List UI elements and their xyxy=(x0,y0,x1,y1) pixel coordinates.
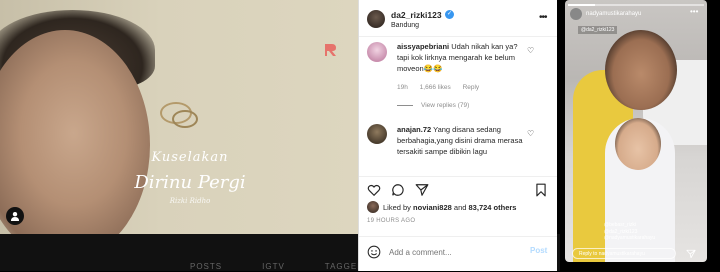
likes-summary: Liked by noviani828 and 83,724 others xyxy=(367,201,516,213)
liked-by-and: and xyxy=(453,202,467,212)
more-options-icon[interactable]: ••• xyxy=(690,7,698,16)
post-location[interactable]: Bandung xyxy=(391,22,419,29)
story-viewer: nadyamustikarahayu ••• @da2_rizki123 @be… xyxy=(562,0,710,271)
like-heart-icon[interactable] xyxy=(367,183,381,197)
liked-by-prefix: Liked by xyxy=(383,202,411,212)
view-replies-link[interactable]: View replies (79) xyxy=(397,102,469,109)
story-avatar[interactable] xyxy=(570,8,582,20)
comment-text-1: aissyapebriani Udah nikah kan ya?tapi ko… xyxy=(397,42,525,75)
bookmark-icon[interactable] xyxy=(534,183,548,197)
post-header: da2_rizki123 ✓ Bandung ••• xyxy=(359,0,557,37)
likes-count[interactable]: 83,724 others xyxy=(469,203,517,212)
comment-likes[interactable]: 1,666 likes xyxy=(420,84,451,91)
liked-by-user[interactable]: noviani828 xyxy=(413,203,452,212)
story-progress-bar xyxy=(568,4,704,6)
more-options-icon[interactable]: ••• xyxy=(539,12,547,23)
commenter-username[interactable]: anajan.72 xyxy=(397,125,431,134)
profile-tabs: POSTS IGTV TAGGED xyxy=(190,262,364,271)
video-title-overlay: Kuselakan Dirinu Pergi Rizki Ridho xyxy=(130,150,250,206)
story-header[interactable]: nadyamustikarahayu xyxy=(570,8,641,20)
comment-bubble-icon[interactable] xyxy=(391,183,405,197)
comment-meta: 19h 1,666 likes Reply xyxy=(397,84,489,91)
tagged-user-icon[interactable] xyxy=(6,207,24,225)
story-person-head xyxy=(605,30,677,110)
comment-input[interactable] xyxy=(389,245,519,259)
commenter-username[interactable]: aissyapebriani xyxy=(397,42,449,51)
video-title-line1: Kuselakan xyxy=(151,150,229,165)
liker-avatar xyxy=(367,201,379,213)
window-edge xyxy=(710,0,720,271)
story-mention-sticker[interactable]: @da2_rizki123 xyxy=(578,26,618,34)
brand-logo-icon xyxy=(322,42,338,58)
story-mentions: @bebasr_rizki @da2_rizki123 @nadyamustik… xyxy=(604,222,655,242)
post-timestamp[interactable]: 19 HOURS AGO xyxy=(367,218,415,224)
video-artist: Rizki Ridho xyxy=(169,197,211,206)
comment-like-icon[interactable]: ♡ xyxy=(527,46,534,55)
tab-posts[interactable]: POSTS xyxy=(190,262,222,271)
comment-text-2: anajan.72 Yang disana sedang berbahagia,… xyxy=(397,125,525,158)
story-baby-head xyxy=(615,118,661,170)
view-replies-label: View replies (79) xyxy=(421,102,470,109)
commenter-avatar[interactable] xyxy=(367,124,387,144)
commenter-avatar[interactable] xyxy=(367,42,387,62)
add-comment-bar: Post xyxy=(359,236,557,272)
post-comment-button[interactable]: Post xyxy=(530,246,547,255)
verified-badge-icon: ✓ xyxy=(445,10,454,19)
author-avatar[interactable] xyxy=(367,10,385,28)
reply-link[interactable]: Reply xyxy=(463,84,480,91)
post-video[interactable]: Kuselakan Dirinu Pergi Rizki Ridho xyxy=(0,0,358,234)
comment-like-icon[interactable]: ♡ xyxy=(527,129,534,138)
emoji-icon[interactable] xyxy=(367,245,381,259)
replies-dash xyxy=(397,105,413,106)
story-progress-fill xyxy=(568,4,596,6)
story-username[interactable]: nadyamustikarahayu xyxy=(586,11,641,17)
share-icon[interactable] xyxy=(415,183,429,197)
post-detail-panel: da2_rizki123 ✓ Bandung ••• aissyapebrian… xyxy=(358,0,557,271)
story-mention[interactable]: @nadyamustikarahayu xyxy=(604,235,655,242)
send-icon[interactable] xyxy=(686,249,696,259)
author-username[interactable]: da2_rizki123 xyxy=(391,10,442,20)
comment-time: 19h xyxy=(397,84,408,91)
story-reply-input[interactable]: Reply to nadyamustikarahayu xyxy=(572,248,676,259)
wedding-ring-2 xyxy=(172,110,198,128)
tab-igtv[interactable]: IGTV xyxy=(262,262,285,271)
video-title-line2: Dirinu Pergi xyxy=(134,171,246,193)
